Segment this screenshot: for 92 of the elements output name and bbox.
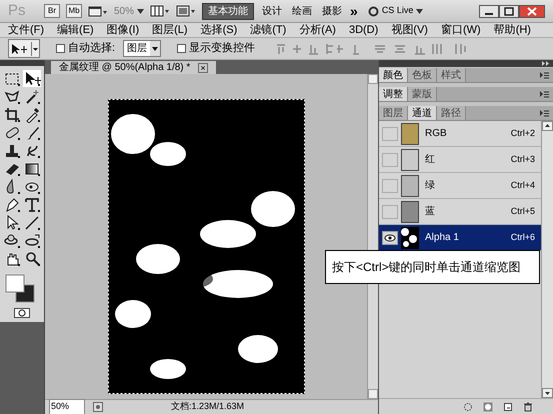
quick-mask-icon[interactable] — [14, 308, 30, 318]
caret-icon[interactable] — [416, 8, 424, 14]
menu-item[interactable]: 选择(S) — [200, 22, 238, 38]
workspace-button[interactable]: 摄影 — [320, 2, 344, 20]
stamp-icon[interactable] — [3, 142, 21, 159]
menu-item[interactable]: 图像(I) — [106, 22, 140, 38]
shortcut-label: Ctrl+6 — [510, 230, 535, 244]
new-channel-icon[interactable] — [503, 402, 513, 412]
screen-mode-icon[interactable] — [176, 5, 196, 17]
panel-tab[interactable]: 通道 — [408, 106, 437, 120]
type-icon[interactable] — [22, 196, 40, 213]
lasso-icon[interactable] — [3, 88, 21, 105]
caret-icon — [150, 41, 160, 56]
panel-tab[interactable]: 调整 — [379, 87, 408, 101]
selection-icon[interactable] — [463, 402, 473, 412]
scroll-down-icon[interactable] — [542, 388, 553, 398]
shortcut-label: Ctrl+2 — [510, 126, 535, 140]
channel-thumbnail[interactable] — [401, 148, 419, 170]
orbit-icon[interactable] — [22, 232, 40, 249]
trash-icon[interactable] — [523, 402, 533, 412]
channel-thumbnail[interactable] — [401, 200, 419, 222]
channel-thumbnail[interactable] — [401, 122, 419, 144]
panel-menu-icon[interactable] — [539, 71, 549, 80]
channel-row[interactable]: 绿 Ctrl+4 — [379, 173, 541, 199]
menu-item[interactable]: 3D(D) — [348, 22, 378, 38]
caret-icon[interactable] — [31, 42, 39, 56]
transform-controls-checkbox[interactable] — [177, 44, 186, 53]
channel-name: 红 — [425, 153, 436, 167]
menu-item[interactable]: 窗口(W) — [440, 22, 481, 38]
crop-icon[interactable] — [3, 106, 21, 123]
app-logo: Ps — [8, 0, 27, 21]
close-icon[interactable] — [519, 4, 545, 18]
menu-item[interactable]: 视图(V) — [391, 22, 428, 38]
panel-menu-icon[interactable] — [539, 90, 549, 99]
move-tool-icon[interactable] — [22, 70, 40, 87]
menu-item[interactable]: 滤镜(T) — [250, 22, 286, 38]
shortcut-label: Ctrl+3 — [510, 152, 535, 166]
channel-row[interactable]: Alpha 1 Ctrl+6 — [379, 225, 541, 251]
visibility-toggle[interactable] — [382, 152, 398, 166]
panel-tab[interactable]: 路径 — [437, 106, 466, 120]
workspace-button[interactable]: 绘画 — [290, 2, 314, 20]
sphere-icon[interactable] — [3, 232, 21, 249]
menu-item[interactable]: 帮助(H) — [494, 22, 531, 38]
menu-item[interactable]: 图层(L) — [152, 22, 188, 38]
shortcut-label: Ctrl+4 — [510, 178, 535, 192]
panel-tab[interactable]: 样式 — [437, 68, 466, 82]
channel-row[interactable]: 红 Ctrl+3 — [379, 147, 541, 173]
mask-icon[interactable] — [483, 402, 493, 412]
visibility-toggle[interactable] — [382, 126, 398, 140]
channel-name: 绿 — [425, 179, 436, 193]
panel-tab[interactable]: 蒙版 — [408, 87, 437, 101]
eye-icon[interactable] — [382, 230, 398, 244]
bridge-button[interactable]: Br — [44, 4, 60, 18]
callout-text: 按下<Ctrl>键的同时单击通道缩览图 — [325, 250, 540, 284]
panel-menu-icon[interactable] — [539, 109, 549, 118]
document-tab[interactable]: 金属纹理 @ 50%(Alpha 1/8) * — [59, 60, 190, 75]
maximize-icon[interactable] — [499, 4, 519, 18]
cs-live-button[interactable]: CS Live — [382, 4, 414, 18]
channel-row[interactable]: RGB Ctrl+2 — [379, 121, 541, 147]
scroll-up-icon[interactable] — [542, 121, 553, 131]
workspace-button[interactable]: 基本功能 — [202, 2, 254, 20]
arrange-icon[interactable] — [150, 5, 170, 17]
menu-item[interactable]: 文件(F) — [8, 22, 44, 38]
document-size: 文档:1.23M/1.63M — [171, 400, 244, 414]
panel-tab[interactable]: 色板 — [408, 68, 437, 82]
auto-select-checkbox[interactable] — [56, 44, 65, 53]
channel-thumbnail[interactable] — [401, 174, 419, 196]
status-menu-icon[interactable] — [93, 402, 103, 412]
zoom-field[interactable]: 50% — [49, 399, 85, 414]
minimize-icon[interactable] — [479, 4, 499, 18]
line-icon[interactable] — [22, 214, 40, 231]
layer-dropdown[interactable]: 图层 — [123, 40, 162, 57]
close-tab-icon[interactable]: × — [198, 62, 208, 72]
channel-name: RGB — [425, 127, 448, 141]
workspace-button[interactable]: 设计 — [260, 2, 284, 20]
visibility-toggle[interactable] — [382, 204, 398, 218]
menu-item[interactable]: 分析(A) — [299, 22, 336, 38]
checkbox-label: 显示变换控件 — [189, 40, 256, 56]
checkbox-label: 自动选择: — [68, 41, 116, 56]
more-workspaces-icon[interactable]: » — [350, 0, 358, 22]
caret-icon[interactable] — [137, 8, 144, 14]
shortcut-label: Ctrl+5 — [510, 204, 535, 218]
visibility-toggle[interactable] — [382, 178, 398, 192]
panel-tab[interactable]: 图层 — [379, 106, 408, 120]
channel-name: Alpha 1 — [425, 231, 460, 245]
panel-tab[interactable]: 颜色 — [379, 68, 408, 82]
channel-name: 蓝 — [425, 204, 436, 219]
mini-bridge-button[interactable]: Mb — [66, 4, 82, 18]
menu-item[interactable]: 编辑(E) — [57, 22, 94, 38]
view-extras-icon[interactable] — [88, 5, 108, 17]
channel-row[interactable]: 蓝 Ctrl+5 — [379, 199, 541, 225]
cs-live-icon — [368, 6, 379, 16]
